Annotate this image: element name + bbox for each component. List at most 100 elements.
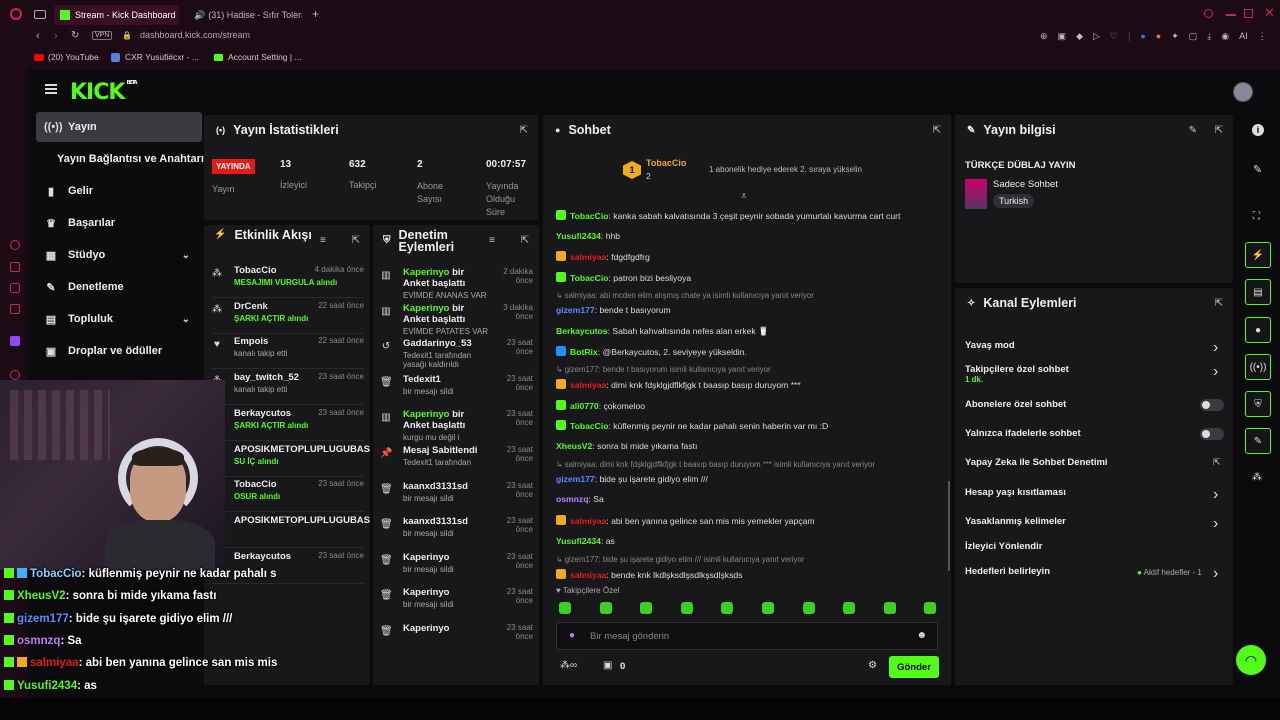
points-icon[interactable]: ⁂∞ — [560, 660, 577, 671]
info-icon[interactable]: i — [1252, 124, 1264, 136]
category-name[interactable]: Sadece Sohbet — [993, 179, 1058, 190]
toggle-switch[interactable] — [1200, 428, 1224, 440]
avatar[interactable] — [1233, 82, 1253, 102]
microphone-icon[interactable]: ● — [569, 630, 575, 641]
camera-icon[interactable]: ▣ — [1058, 31, 1067, 42]
chat-message[interactable]: Yusufi2434: as — [556, 536, 946, 546]
sidebar-item-topluluk[interactable]: ▤ Topluluk ⌄ — [36, 304, 202, 334]
support-icon[interactable]: ◠ — [1236, 645, 1266, 675]
moderation-item[interactable]: 🗑 kaanxd3131sd bir mesajı sildi 23 saat önc… — [380, 481, 533, 503]
moderation-item[interactable]: ▥ Kaperinyo bir Anket başlattı EVİMDE ANAN… — [381, 267, 533, 300]
chat-username[interactable]: Yusufi2434 — [556, 536, 601, 546]
chat-message[interactable]: TobacCio: küflenmiş peynir ne kadar paha… — [556, 420, 946, 431]
chat-username[interactable]: XheusV2 — [556, 441, 592, 451]
popout-icon[interactable]: ⇱ — [1215, 298, 1223, 309]
workspaces-icon[interactable] — [34, 10, 46, 19]
emote-icon[interactable] — [883, 602, 896, 614]
emote-icon[interactable] — [640, 602, 653, 614]
chat-username[interactable]: salmiyaa — [570, 252, 606, 262]
activity-item[interactable]: ⁂APOSIKMETOPLUPLUGUBASSU İÇ alındı — [212, 444, 370, 466]
back-icon[interactable]: ‹ — [36, 30, 40, 42]
forward-icon[interactable]: › — [54, 30, 58, 42]
sidebar-item-yayin[interactable]: ((•)) Yayın — [36, 112, 202, 142]
url-field[interactable]: dashboard.kick.com/stream — [140, 30, 250, 40]
maximize-icon[interactable] — [1244, 9, 1253, 18]
chevron-right-icon[interactable]: › — [1213, 515, 1218, 533]
chat-message[interactable]: salmiyaa: bende knk lkdlşksdlşsdlkşsdlşk… — [556, 568, 946, 580]
wallet-icon[interactable] — [10, 262, 20, 272]
chevron-right-icon[interactable]: › — [1213, 565, 1218, 583]
channel-action-item[interactable]: Abonelere özel sohbet — [965, 399, 1066, 410]
chat-username[interactable]: salmiyaa — [570, 380, 606, 390]
chat-username[interactable]: gizem177 — [556, 305, 595, 315]
points-icon[interactable]: ⁂ — [1252, 472, 1262, 483]
chat-username[interactable]: Yusufi2434 — [556, 231, 601, 241]
moderation-item[interactable]: 🗑 Kaperinyo 23 saat önce — [380, 623, 533, 641]
close-icon[interactable]: ✕ — [1264, 5, 1275, 21]
pinned-user[interactable]: TobacCio — [646, 158, 686, 168]
popout-icon[interactable]: ⇱ — [520, 125, 528, 136]
chat-username[interactable]: gizem177 — [556, 474, 595, 484]
more-icon[interactable]: ⋮ — [1258, 31, 1267, 42]
send-button[interactable]: Gönder — [889, 656, 939, 678]
shield-icon[interactable]: ◆ — [1076, 31, 1083, 42]
chat-message[interactable]: osmnzq: Sa — [556, 494, 946, 504]
camera-snap-icon[interactable]: ◉ — [1221, 31, 1229, 42]
activity-item[interactable]: ⁂ DrCenk ŞARKI AÇTIR alındı 22 saat önce — [212, 301, 364, 323]
filter-icon[interactable]: ≡ — [320, 235, 326, 246]
bookmark-cxr[interactable]: CXR Yusufi#cxr - ... — [125, 52, 199, 62]
chat-input[interactable]: ● Bir mesaj gönderin ☻ — [556, 622, 938, 650]
chat-message[interactable]: gizem177: bende t basıyorum — [556, 305, 946, 315]
aria-icon[interactable] — [10, 240, 20, 250]
moderation-item[interactable]: ▥ Kaperinyo bir Anket başlattı kurgu mu de… — [381, 409, 533, 442]
moderation-item[interactable]: 🗑 Kaperinyo bir mesajı sildi 23 saat önce — [380, 587, 533, 609]
chat-username[interactable]: ali0770 — [570, 401, 599, 411]
bolt-button[interactable]: ⚡ — [1245, 242, 1271, 268]
chat-message[interactable]: BotRix: @Berkaycutos, 2. seviyeye yüksel… — [556, 346, 946, 357]
emote-icon[interactable] — [680, 602, 693, 614]
new-tab-icon[interactable]: + — [312, 7, 319, 21]
sidebar-item-denetleme[interactable]: ✎ Denetleme — [36, 272, 202, 302]
chat-username[interactable]: TobacCio — [570, 211, 609, 221]
activity-item[interactable]: ⁂Berkaycutos23 saat önce — [212, 551, 364, 565]
chat-username[interactable]: salmiyaa — [570, 570, 606, 580]
chat-message[interactable]: Berkaycutos: Sabah kahvaltısında nefes a… — [556, 326, 946, 337]
instagram-icon[interactable] — [10, 283, 20, 293]
channel-action-item[interactable]: Yasaklanmış kelimeler — [965, 516, 1066, 527]
extension-box-icon[interactable]: ▢ — [1189, 31, 1198, 42]
emote-icon[interactable] — [721, 602, 734, 614]
settings-icon[interactable] — [10, 370, 20, 380]
popout-icon[interactable]: ⇱ — [521, 235, 529, 246]
extension-blue-icon[interactable]: ● — [1140, 31, 1145, 42]
tab-kick-dashboard[interactable]: Stream - Kick Dashboard — [54, 5, 179, 25]
emote-icon[interactable] — [762, 602, 774, 614]
external-link-icon[interactable]: ⇱ — [1213, 457, 1221, 468]
chat-message[interactable]: Yusufi2434: hhb — [556, 231, 946, 241]
broadcast-button[interactable]: ((•)) — [1245, 354, 1271, 380]
pin-icon[interactable]: ⊕ — [1040, 31, 1048, 42]
emoji-icon[interactable]: ☻ — [916, 630, 927, 641]
channel-action-item[interactable]: Yalnızca ifadelerle sohbet — [965, 428, 1081, 439]
emote-icon[interactable] — [843, 602, 856, 614]
activity-item[interactable]: ⁂APOSIKMETOPLUPLUGUBAS — [212, 515, 370, 529]
heart-icon[interactable]: ♡ — [1110, 31, 1118, 42]
filter-icon[interactable]: ≡ — [489, 235, 495, 246]
emote-icon[interactable] — [599, 602, 612, 614]
activity-item[interactable]: ⁂bay_twitch_52kanalı takip etti23 saat ö… — [212, 372, 364, 394]
chat-username[interactable]: BotRix — [570, 347, 598, 357]
bookmark-account[interactable]: Account Setting | ... — [228, 52, 302, 62]
chat-username[interactable]: salmiyaa — [570, 516, 606, 526]
emote-icon[interactable] — [924, 602, 937, 614]
messenger-icon[interactable] — [10, 304, 20, 314]
moderation-item[interactable]: 📌 Mesaj Sabitlendi Tedexit1 tarafından 23 s… — [380, 445, 533, 467]
chat-username[interactable]: TobacCio — [570, 421, 609, 431]
chat-scrollbar[interactable] — [948, 481, 950, 571]
channel-action-item[interactable]: Yapay Zeka ile Sohbet Denetimi — [965, 457, 1108, 468]
activity-item[interactable]: ⁂ TobacCio MESAJIMI VURGULA alındı 4 dakika… — [212, 265, 364, 287]
chat-message[interactable]: TobacCio: kanka sabah kalvatısında 3 çeş… — [556, 210, 946, 221]
activity-item[interactable]: ⁂TobacCioOSUR alındı23 saat önce — [212, 479, 364, 501]
extension-orange-icon[interactable]: ● — [1156, 31, 1161, 42]
opera-menu-icon[interactable] — [10, 8, 22, 20]
chevron-right-icon[interactable]: › — [1213, 486, 1218, 504]
tab-youtube[interactable]: 🔊 (31) Hadise - Sıfır Tolerans — [184, 5, 302, 25]
